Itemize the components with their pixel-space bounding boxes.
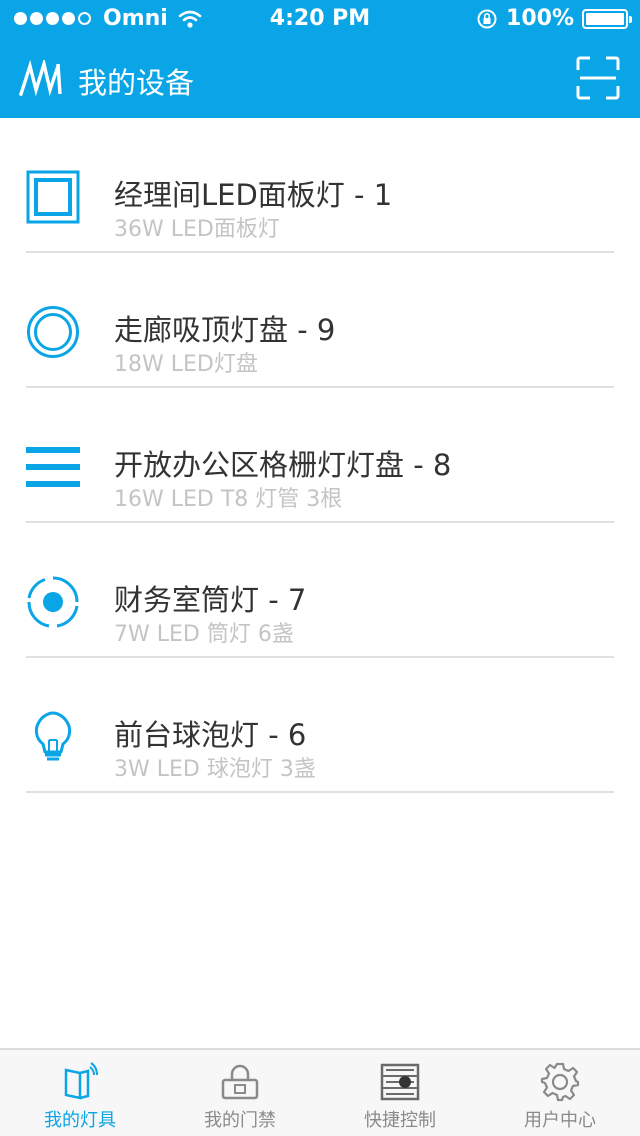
ceiling-light-icon (27, 306, 79, 358)
tab-my-access[interactable]: 我的门禁 (160, 1050, 320, 1136)
device-subtitle: 36W LED面板灯 (114, 217, 280, 242)
status-right: 100% (476, 6, 632, 31)
panel-light-icon (26, 170, 80, 224)
bulb-icon (34, 711, 72, 761)
gear-icon (540, 1062, 580, 1102)
navigation-bar: 我的设备 (0, 40, 640, 118)
status-bar: Omni 4:20 PM 100% (0, 0, 640, 40)
tab-my-fixtures[interactable]: 我的灯具 (0, 1050, 160, 1136)
device-item-grille-light[interactable]: 开放办公区格栅灯灯盘 - 8 16W LED T8 灯管 3根 (26, 388, 614, 523)
device-title: 经理间LED面板灯 - 1 (114, 178, 393, 212)
battery-icon (582, 8, 632, 29)
tab-bar: 我的灯具 我的门禁 快捷控制 用户中心 (0, 1048, 640, 1136)
tab-label: 用户中心 (524, 1110, 596, 1131)
page-title: 我的设备 (78, 66, 195, 100)
light-fixture-icon (64, 1062, 98, 1100)
device-item-bulb[interactable]: 前台球泡灯 - 6 3W LED 球泡灯 3盏 (26, 658, 614, 793)
scan-icon (576, 56, 620, 100)
device-item-downlight[interactable]: 财务室筒灯 - 7 7W LED 筒灯 6盏 (26, 523, 614, 658)
tab-label: 快捷控制 (364, 1110, 436, 1131)
orientation-lock-icon (477, 9, 497, 28)
door-lock-icon (221, 1064, 259, 1100)
device-title: 前台球泡灯 - 6 (114, 718, 307, 752)
tab-label: 我的灯具 (44, 1110, 116, 1131)
app-header: Omni 4:20 PM 100% 我的设备 (0, 0, 640, 118)
grille-light-icon (26, 447, 80, 487)
app-logo-icon (18, 60, 62, 97)
tab-label: 我的门禁 (204, 1110, 276, 1131)
battery-percent: 100% (506, 6, 574, 31)
device-title: 财务室筒灯 - 7 (114, 583, 307, 617)
downlight-icon (27, 576, 79, 628)
device-subtitle: 18W LED灯盘 (114, 352, 258, 377)
device-title: 开放办公区格栅灯灯盘 - 8 (114, 448, 452, 482)
tab-user-center[interactable]: 用户中心 (480, 1050, 640, 1136)
device-item-ceiling-light[interactable]: 走廊吸顶灯盘 - 9 18W LED灯盘 (26, 253, 614, 388)
device-subtitle: 16W LED T8 灯管 3根 (114, 487, 343, 512)
device-item-panel-light[interactable]: 经理间LED面板灯 - 1 36W LED面板灯 (26, 118, 614, 253)
device-title: 走廊吸顶灯盘 - 9 (114, 313, 336, 347)
device-subtitle: 7W LED 筒灯 6盏 (114, 622, 294, 647)
device-list: 经理间LED面板灯 - 1 36W LED面板灯 走廊吸顶灯盘 - 9 18W … (0, 118, 640, 793)
scan-button[interactable] (576, 56, 620, 100)
device-subtitle: 3W LED 球泡灯 3盏 (114, 757, 316, 782)
tab-quick-control[interactable]: 快捷控制 (320, 1050, 480, 1136)
quick-control-icon (380, 1063, 420, 1101)
